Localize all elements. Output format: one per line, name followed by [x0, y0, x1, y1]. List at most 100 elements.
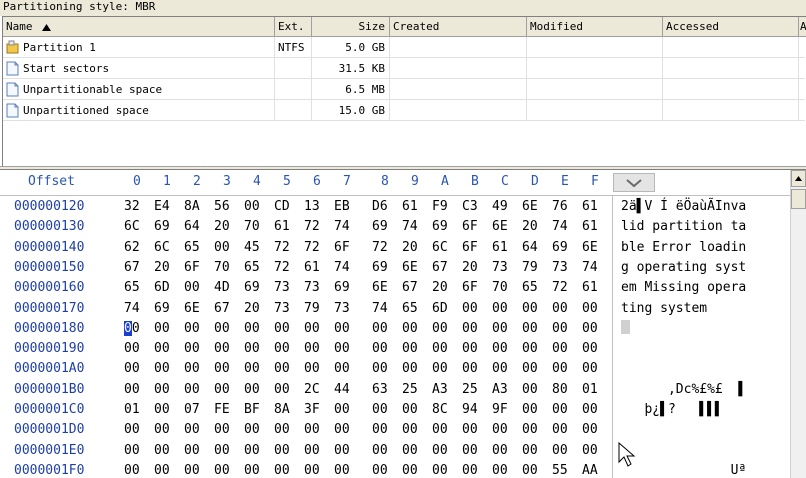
- hex-byte[interactable]: 00: [334, 341, 350, 356]
- hex-byte[interactable]: 00: [432, 463, 448, 478]
- hex-byte[interactable]: 00: [432, 422, 448, 437]
- hex-byte[interactable]: 00: [124, 361, 140, 376]
- hex-byte[interactable]: 00: [184, 463, 200, 478]
- hex-byte[interactable]: EB: [334, 199, 350, 214]
- hex-byte[interactable]: 25: [402, 382, 418, 397]
- hex-byte[interactable]: 72: [304, 219, 320, 234]
- hex-byte[interactable]: 00: [372, 402, 388, 417]
- hex-byte[interactable]: F9: [432, 199, 448, 214]
- hex-byte[interactable]: 00: [274, 361, 290, 376]
- hex-byte[interactable]: 00: [274, 341, 290, 356]
- hex-byte[interactable]: 00: [214, 321, 230, 336]
- hex-byte[interactable]: 00: [402, 341, 418, 356]
- hex-byte[interactable]: 74: [334, 260, 350, 275]
- hex-byte[interactable]: 79: [522, 260, 538, 275]
- hex-byte[interactable]: 00: [214, 463, 230, 478]
- hex-byte[interactable]: 6F: [184, 260, 200, 275]
- hex-byte[interactable]: C3: [462, 199, 478, 214]
- hex-byte[interactable]: 00: [432, 321, 448, 336]
- vertical-scrollbar[interactable]: [790, 170, 806, 478]
- hex-byte[interactable]: 25: [462, 382, 478, 397]
- hex-byte[interactable]: 00: [552, 321, 568, 336]
- hex-byte[interactable]: 67: [432, 260, 448, 275]
- file-list[interactable]: Name Ext. Size Created Modified Accessed…: [2, 16, 806, 166]
- hex-byte[interactable]: 00: [372, 463, 388, 478]
- hex-byte[interactable]: 00: [334, 361, 350, 376]
- file-row[interactable]: Unpartitioned space 15.0 GB: [3, 100, 805, 121]
- hex-byte[interactable]: 00: [334, 443, 350, 458]
- hex-byte[interactable]: FE: [214, 402, 230, 417]
- hex-byte[interactable]: 74: [372, 301, 388, 316]
- hex-byte[interactable]: 61: [274, 219, 290, 234]
- hex-byte[interactable]: 00: [492, 443, 508, 458]
- hex-byte[interactable]: 64: [184, 219, 200, 234]
- hex-byte[interactable]: 6E: [402, 260, 418, 275]
- hex-byte[interactable]: 61: [582, 219, 598, 234]
- hex-byte[interactable]: 00: [304, 422, 320, 437]
- hex-byte[interactable]: 55: [552, 463, 568, 478]
- hex-byte[interactable]: 00: [184, 321, 200, 336]
- file-row[interactable]: Unpartitionable space 6.5 MB: [3, 79, 805, 100]
- ascii-cell[interactable]: ting system: [621, 301, 707, 316]
- hex-byte[interactable]: 00: [154, 463, 170, 478]
- hex-byte[interactable]: 00: [552, 443, 568, 458]
- hex-byte[interactable]: 00: [334, 463, 350, 478]
- column-header-name[interactable]: Name: [3, 17, 275, 37]
- column-header-ext[interactable]: Ext.: [275, 17, 312, 37]
- hex-byte[interactable]: 73: [552, 260, 568, 275]
- hex-byte[interactable]: 61: [582, 280, 598, 295]
- hex-byte[interactable]: 56: [214, 199, 230, 214]
- ascii-cell[interactable]: g operating syst: [621, 260, 746, 275]
- hex-byte[interactable]: 00: [184, 361, 200, 376]
- hex-byte[interactable]: 00: [522, 361, 538, 376]
- hex-byte[interactable]: 00: [402, 361, 418, 376]
- hex-byte[interactable]: 00: [552, 361, 568, 376]
- hex-byte[interactable]: A3: [492, 382, 508, 397]
- text-pane-dropdown[interactable]: [613, 173, 655, 192]
- hex-byte[interactable]: 07: [184, 402, 200, 417]
- hex-byte[interactable]: 32: [124, 199, 140, 214]
- hex-byte[interactable]: 80: [552, 382, 568, 397]
- hex-byte[interactable]: 00: [402, 463, 418, 478]
- hex-byte[interactable]: 6D: [432, 301, 448, 316]
- hex-byte[interactable]: 72: [304, 240, 320, 255]
- hex-byte[interactable]: 73: [492, 260, 508, 275]
- hex-byte[interactable]: 00: [154, 341, 170, 356]
- hex-byte[interactable]: 69: [154, 219, 170, 234]
- hex-byte[interactable]: 4D: [214, 280, 230, 295]
- hex-byte[interactable]: 63: [372, 382, 388, 397]
- hex-byte[interactable]: 76: [552, 199, 568, 214]
- hex-byte[interactable]: 74: [124, 301, 140, 316]
- ascii-cell[interactable]: ble Error loadin: [621, 240, 746, 255]
- hex-byte[interactable]: 00: [124, 443, 140, 458]
- hex-byte[interactable]: 00: [582, 361, 598, 376]
- hex-byte[interactable]: E4: [154, 199, 170, 214]
- hex-byte[interactable]: 73: [304, 280, 320, 295]
- hex-byte[interactable]: 00: [522, 443, 538, 458]
- hex-byte[interactable]: 00: [432, 361, 448, 376]
- file-row[interactable]: Partition 1 NTFS 5.0 GB: [3, 37, 805, 58]
- hex-byte[interactable]: 00: [492, 341, 508, 356]
- ascii-cell[interactable]: lid partition ta: [621, 219, 746, 234]
- hex-byte[interactable]: 6E: [492, 219, 508, 234]
- hex-byte[interactable]: 00: [462, 301, 478, 316]
- hex-byte[interactable]: 00: [552, 301, 568, 316]
- hex-byte[interactable]: 70: [492, 280, 508, 295]
- hex-byte[interactable]: 00: [372, 341, 388, 356]
- hex-byte[interactable]: 79: [304, 301, 320, 316]
- hex-byte[interactable]: 20: [522, 219, 538, 234]
- hex-byte[interactable]: 20: [244, 301, 260, 316]
- hex-byte[interactable]: 69: [154, 301, 170, 316]
- hex-byte[interactable]: 8A: [274, 402, 290, 417]
- hex-byte[interactable]: 73: [334, 301, 350, 316]
- hex-byte[interactable]: 00: [244, 463, 260, 478]
- hex-byte[interactable]: 65: [124, 280, 140, 295]
- hex-byte[interactable]: 00: [522, 301, 538, 316]
- hex-byte[interactable]: 00: [522, 422, 538, 437]
- scroll-up-button[interactable]: [791, 170, 806, 187]
- hex-byte[interactable]: 49: [492, 199, 508, 214]
- hex-byte[interactable]: 74: [582, 260, 598, 275]
- hex-byte[interactable]: 69: [372, 260, 388, 275]
- hex-byte[interactable]: 00: [462, 463, 478, 478]
- hex-byte[interactable]: 00: [184, 341, 200, 356]
